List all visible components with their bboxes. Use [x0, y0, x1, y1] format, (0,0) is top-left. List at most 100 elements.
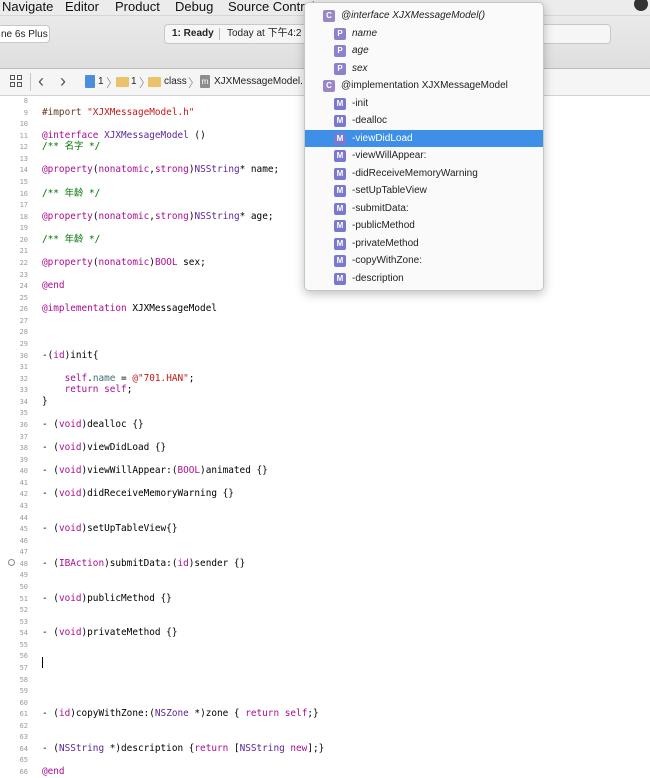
popup-item[interactable]: M -didReceiveMemoryWarning: [305, 165, 543, 182]
menu-editor[interactable]: Editor: [65, 0, 99, 14]
code-line: - (void)viewWillAppear:(BOOL)animated {}: [42, 465, 268, 477]
code-token: )animated {}: [200, 465, 268, 477]
code-token: )init{: [64, 349, 99, 361]
breadcrumb-class-folder[interactable]: class: [164, 76, 187, 88]
code-line: }: [42, 396, 48, 408]
popup-item[interactable]: M -viewWillAppear:: [305, 147, 543, 164]
line-number: 63: [19, 733, 28, 742]
code-token: NSString: [58, 742, 105, 754]
code-token: self: [104, 384, 127, 396]
code-token: - (: [42, 708, 59, 720]
code-token: @"701.HAN": [132, 372, 189, 384]
method-badge-icon: M: [334, 97, 346, 110]
device-scheme-button[interactable]: ne 6s Plus: [0, 25, 50, 43]
code-token: @property: [42, 164, 93, 176]
method-badge-icon: M: [334, 220, 346, 232]
line-number: 60: [19, 698, 28, 707]
popup-item-label: age: [352, 45, 369, 56]
code-token: /** 年龄 */: [42, 233, 101, 245]
breadcrumb-file[interactable]: XJXMessageModel.: [214, 76, 303, 88]
code-line: -(id)init{: [42, 350, 98, 362]
popup-item[interactable]: M -init: [305, 95, 543, 112]
line-number: 52: [19, 606, 28, 615]
line-number: 40: [19, 467, 28, 476]
code-token: )privateMethod {}: [81, 627, 178, 639]
line-number: 43: [19, 501, 28, 510]
code-token: void: [58, 488, 82, 500]
line-number: 57: [19, 663, 28, 672]
line-number: 25: [19, 293, 28, 302]
code-token: NSString: [194, 164, 240, 176]
code-line: @end: [42, 280, 65, 292]
forward-arrow-icon[interactable]: ›: [60, 71, 66, 91]
popup-item-label: -copyWithZone:: [352, 255, 423, 266]
popup-item[interactable]: Psex: [305, 60, 543, 77]
code-token: * name;: [239, 164, 280, 176]
line-number: 62: [19, 721, 28, 730]
code-token: ;: [188, 372, 195, 384]
user-avatar-icon[interactable]: [634, 0, 648, 11]
code-token: void: [58, 627, 82, 639]
line-number: 18: [19, 212, 28, 221]
related-items-grid-icon[interactable]: [10, 75, 22, 87]
method-badge-icon: M: [334, 167, 346, 180]
popup-item[interactable]: M -copyWithZone:: [305, 252, 543, 269]
back-arrow-icon[interactable]: ‹: [38, 71, 44, 91]
code-token: - (: [42, 592, 59, 604]
code-token: (): [188, 129, 206, 141]
line-number: 55: [19, 640, 28, 649]
ib-action-connection-icon[interactable]: [8, 559, 15, 566]
code-token: self: [284, 708, 308, 720]
popup-item-label: @implementation XJXMessageModel: [341, 80, 508, 91]
class-badge-icon: C: [323, 80, 335, 92]
code-token: ;}: [307, 708, 319, 720]
popup-item[interactable]: M -setUpTableView: [305, 182, 543, 199]
popup-item[interactable]: M -publicMethod: [305, 217, 543, 234]
breadcrumb-chevron-icon: 〉: [188, 76, 201, 90]
code-token: NSString: [194, 210, 240, 222]
menu-product[interactable]: Product: [115, 0, 160, 14]
code-line: /** 年龄 */: [42, 188, 100, 200]
popup-item[interactable]: M -privateMethod: [305, 235, 543, 252]
project-file-icon: [85, 75, 95, 88]
code-token: sex;: [177, 256, 206, 268]
popup-item-label: -privateMethod: [352, 237, 419, 249]
popup-item[interactable]: M -dealloc: [305, 112, 543, 129]
code-token: void: [58, 465, 82, 477]
popup-item[interactable]: M -viewDidLoad: [305, 129, 543, 147]
line-number: 31: [19, 363, 28, 372]
popup-item-label: -didReceiveMemoryWarning: [352, 167, 478, 179]
menu-navigate[interactable]: Navigate: [2, 0, 53, 14]
method-badge-icon: M: [334, 237, 346, 250]
code-token: - (: [42, 627, 59, 639]
code-token: XJXMessageModel: [126, 303, 217, 315]
code-token: -(: [42, 349, 54, 361]
popup-item[interactable]: Pname: [305, 25, 543, 42]
popup-item[interactable]: M -description: [305, 270, 543, 287]
code-token: )publicMethod {}: [81, 592, 172, 604]
status-divider: [219, 28, 220, 40]
code-token: id: [58, 708, 71, 720]
menu-debug[interactable]: Debug: [175, 0, 213, 14]
line-number: 64: [19, 744, 28, 753]
method-badge-icon: M: [334, 132, 346, 145]
popup-item[interactable]: Page: [305, 42, 543, 59]
breadcrumb-project[interactable]: 1: [98, 76, 104, 88]
line-number: 20: [19, 235, 28, 244]
breadcrumb-group[interactable]: 1: [131, 76, 137, 88]
popup-item[interactable]: C @interface XJXMessageModel(): [305, 7, 543, 24]
popup-item[interactable]: C @implementation XJXMessageModel: [305, 77, 543, 94]
code-line: - (NSString *)description {return [NSStr…: [42, 743, 324, 755]
status-state: 1: Ready: [172, 28, 214, 39]
popup-item-label: @interface XJXMessageModel(): [341, 10, 486, 21]
property-badge-icon: P: [334, 62, 346, 75]
popup-item-label: -publicMethod: [352, 220, 415, 231]
code-token: nonatomic: [98, 210, 150, 222]
code-token: )viewDidLoad {}: [81, 442, 167, 454]
code-token: )sender {}: [188, 557, 246, 569]
popup-item[interactable]: M -submitData:: [305, 200, 543, 217]
line-number: 27: [19, 316, 28, 325]
menu-source-control[interactable]: Source Control: [228, 0, 315, 14]
line-number: 61: [19, 710, 28, 719]
